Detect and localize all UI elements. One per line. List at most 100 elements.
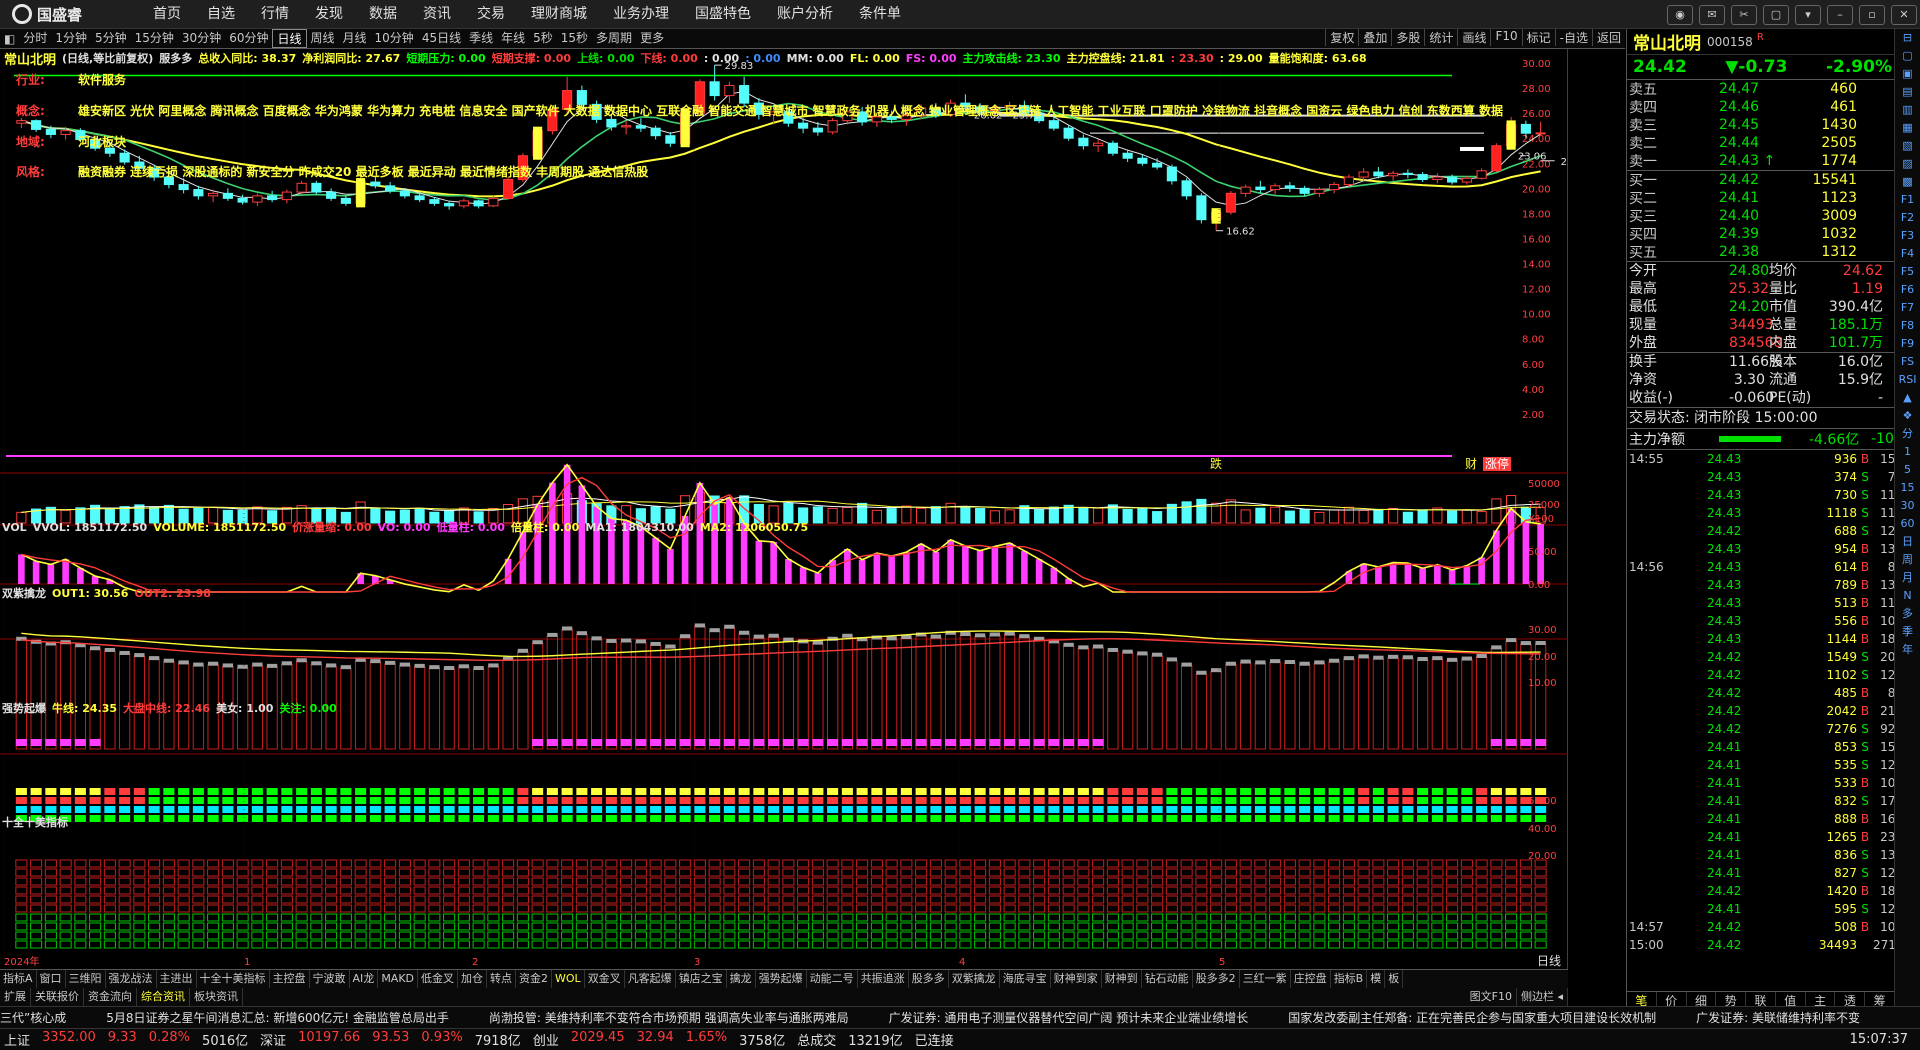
period-tab-3[interactable]: 15分钟: [131, 29, 178, 48]
sidebar-item-8[interactable]: ▩: [1895, 173, 1920, 191]
sidebar-item-13[interactable]: F5: [1895, 263, 1920, 281]
period-tab-11[interactable]: 季线: [465, 29, 497, 48]
chart-tool-6[interactable]: 标记: [1521, 29, 1555, 46]
indicator-tab-10[interactable]: 低金叉: [418, 970, 459, 988]
sidebar-item-27[interactable]: 60: [1895, 515, 1920, 533]
indicator-tab-11[interactable]: 加仓: [458, 970, 488, 988]
indicator-tab-25[interactable]: 财神到家: [1051, 970, 1102, 988]
chart-tool-2[interactable]: 多股: [1391, 29, 1424, 46]
menu-item-3[interactable]: 发现: [302, 0, 356, 29]
period-tab-12[interactable]: 年线: [497, 29, 529, 48]
period-tab-2[interactable]: 5分钟: [91, 29, 131, 48]
close-icon[interactable]: ✕: [1891, 4, 1917, 25]
indicator-tab-16[interactable]: 凡客起爆: [625, 970, 676, 988]
bids-row[interactable]: 买五 24.38 1312: [1627, 243, 1920, 261]
indicator-tab-18[interactable]: 擒龙: [727, 970, 756, 988]
menu-item-4[interactable]: 数据: [356, 0, 410, 29]
indicator-tab-32[interactable]: 模: [1367, 970, 1386, 988]
sidebar-item-23[interactable]: 1: [1895, 443, 1920, 461]
chart-tool-5[interactable]: F10: [1490, 29, 1521, 46]
chart-tool-4[interactable]: 画线: [1457, 29, 1490, 46]
news-ticker[interactable]: 三代”核心成 5月8日证券之星午间消息汇总: 新增600亿元! 金融监管总局出手 尚…: [0, 1006, 1920, 1028]
indicator-tab-28[interactable]: 股多多2: [1193, 970, 1240, 988]
bids-row[interactable]: 买三 24.40 3009: [1627, 207, 1920, 225]
indicator-tab-1[interactable]: 窗口: [37, 970, 66, 988]
indicator-tab-26[interactable]: 财神到: [1102, 970, 1142, 988]
asks-row[interactable]: 卖一 24.43 ↑ 1774: [1627, 152, 1920, 170]
message-icon[interactable]: ◉: [1667, 4, 1693, 25]
indicator-tab-31[interactable]: 指标B: [1331, 970, 1368, 988]
indicator-tab-4[interactable]: 主进出: [157, 970, 197, 988]
menu-item-9[interactable]: 国盛特色: [682, 0, 764, 29]
sidebar-item-20[interactable]: ▲: [1895, 389, 1920, 407]
period-tab-5[interactable]: 60分钟: [225, 29, 272, 48]
sidebar-item-32[interactable]: 多: [1895, 605, 1920, 623]
sidebar-item-16[interactable]: F8: [1895, 317, 1920, 335]
chart-tool-0[interactable]: 复权: [1325, 29, 1358, 46]
indicator-tab-27[interactable]: 钻石动能: [1142, 970, 1193, 988]
news-item-1[interactable]: 5月8日证券之星午间消息汇总: 新增600亿元! 金融监管总局出手: [106, 1011, 449, 1025]
news-item-3[interactable]: 广发证券: 通用电子测量仪器替代空间广阔 预计未来企业端业绩增长: [889, 1011, 1249, 1025]
news-item-4[interactable]: 国家发改委副主任郑备: 正在完善民企参与国家重大项目建设长效机制: [1288, 1011, 1656, 1025]
menu-icon[interactable]: ▾: [1795, 4, 1821, 25]
news-item-5[interactable]: 广发证券: 美联储维持利率不变: [1696, 1011, 1860, 1025]
sidebar-item-12[interactable]: F4: [1895, 245, 1920, 263]
indicator-tab-22[interactable]: 股多多: [909, 970, 949, 988]
sidebar-item-10[interactable]: F2: [1895, 209, 1920, 227]
sidebar-item-2[interactable]: ▣: [1895, 65, 1920, 83]
sidebar-item-18[interactable]: FS: [1895, 353, 1920, 371]
sidebar-item-21[interactable]: ❖: [1895, 407, 1920, 425]
sidebar-item-19[interactable]: RSI: [1895, 371, 1920, 389]
menu-item-0[interactable]: 首页: [140, 0, 194, 29]
indicator-tab-12[interactable]: 转点: [487, 970, 517, 988]
sidebar-item-28[interactable]: 日: [1895, 533, 1920, 551]
sidebar-item-25[interactable]: 15: [1895, 479, 1920, 497]
period-tab-7[interactable]: 周线: [307, 29, 339, 48]
sidebar-item-3[interactable]: ▤: [1895, 83, 1920, 101]
bids-row[interactable]: 买四 24.39 1032: [1627, 225, 1920, 243]
indicator-tab-0[interactable]: 指标A: [0, 970, 37, 988]
info-tab-right-0[interactable]: 图文F10: [1466, 988, 1517, 1006]
news-item-2[interactable]: 尚渤投管: 美维持利率不变符合市场预期 强调高失业率与通胀两难局: [489, 1011, 849, 1025]
indicator-tab-2[interactable]: 三维阳: [66, 970, 106, 988]
bids-row[interactable]: 买二 24.41 1123: [1627, 189, 1920, 207]
indicator-tab-7[interactable]: 宁波敢: [310, 970, 350, 988]
period-tab-8[interactable]: 月线: [339, 29, 371, 48]
menu-item-1[interactable]: 自选: [194, 0, 248, 29]
indicator-tab-14[interactable]: WOL: [552, 970, 585, 988]
toggle-icon[interactable]: ◧: [0, 32, 19, 46]
sidebar-item-24[interactable]: 5: [1895, 461, 1920, 479]
maximize-icon[interactable]: ▫: [1859, 4, 1885, 25]
indicator-tab-21[interactable]: 共振追涨: [858, 970, 909, 988]
chart-tool-1[interactable]: 叠加: [1358, 29, 1391, 46]
menu-item-11[interactable]: 条件单: [846, 0, 914, 29]
menu-item-2[interactable]: 行情: [248, 0, 302, 29]
menu-item-5[interactable]: 资讯: [410, 0, 464, 29]
asks-row[interactable]: 卖五 24.47 460: [1627, 80, 1920, 98]
indicator-tab-3[interactable]: 强龙战法: [106, 970, 157, 988]
sidebar-item-4[interactable]: ▥: [1895, 101, 1920, 119]
asks-row[interactable]: 卖二 24.44 2505: [1627, 134, 1920, 152]
sidebar-item-6[interactable]: ▧: [1895, 137, 1920, 155]
sidebar-item-30[interactable]: 月: [1895, 569, 1920, 587]
sidebar-item-0[interactable]: ⊟: [1895, 29, 1920, 47]
news-item-0[interactable]: 三代”核心成: [0, 1011, 66, 1025]
info-tab-3[interactable]: 综合资讯: [137, 988, 190, 1006]
period-tab-9[interactable]: 10分钟: [371, 29, 418, 48]
indicator-tab-5[interactable]: 十全十美指标: [197, 970, 270, 988]
period-tab-14[interactable]: 15秒: [557, 29, 592, 48]
sidebar-item-7[interactable]: ▨: [1895, 155, 1920, 173]
sidebar-item-31[interactable]: N: [1895, 587, 1920, 605]
sidebar-item-11[interactable]: F3: [1895, 227, 1920, 245]
sidebar-item-22[interactable]: 分: [1895, 425, 1920, 443]
period-tab-15[interactable]: 多周期: [592, 29, 636, 48]
asks-row[interactable]: 卖四 24.46 461: [1627, 98, 1920, 116]
period-tab-10[interactable]: 45日线: [418, 29, 465, 48]
period-tab-13[interactable]: 5秒: [529, 29, 557, 48]
period-tab-4[interactable]: 30分钟: [178, 29, 225, 48]
indicator-tab-20[interactable]: 动能二号: [807, 970, 858, 988]
indicator-tab-6[interactable]: 主控盘: [270, 970, 310, 988]
indicator-tab-19[interactable]: 强势起爆: [756, 970, 807, 988]
info-tab-0[interactable]: 扩展: [0, 988, 31, 1006]
sidebar-item-14[interactable]: F6: [1895, 281, 1920, 299]
